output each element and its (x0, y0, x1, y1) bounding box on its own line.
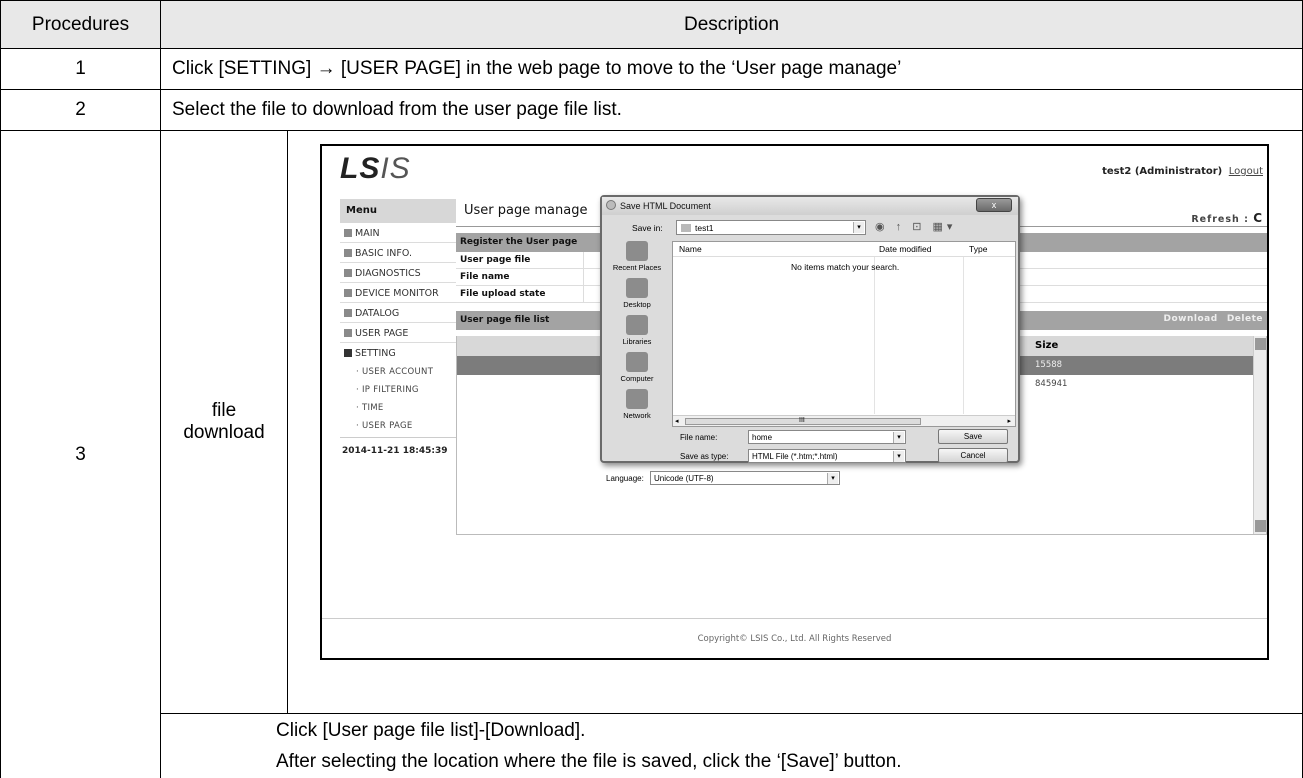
save-as-type-select[interactable]: HTML File (*.htm;*.html) ▾ (748, 449, 906, 463)
close-button[interactable]: x (976, 198, 1012, 212)
browser-icon (606, 200, 616, 210)
file-list-columns: Name Date modified Type (673, 242, 1015, 257)
logout-link[interactable]: Logout (1229, 166, 1263, 177)
libraries-icon (626, 315, 648, 335)
screenshot-cell: LSIS test2 (Administrator) Logout Menu M… (287, 130, 1303, 714)
column-divider (874, 257, 875, 414)
file-name-input[interactable]: home ▾ (748, 430, 906, 444)
menu-item-main[interactable]: MAIN (340, 223, 456, 243)
save-as-type-label: Save as type: (680, 452, 729, 461)
place-network[interactable]: Network (606, 389, 668, 426)
header-description: Description (160, 0, 1303, 49)
language-label: Language: (606, 474, 644, 483)
cancel-button[interactable]: Cancel (938, 448, 1008, 463)
menu-item-user-page[interactable]: USER PAGE (340, 323, 456, 343)
procedure-table: Procedures Description 1 Click [SETTING]… (0, 0, 1303, 778)
place-recent[interactable]: Recent Places (606, 241, 668, 278)
file-size: 845941 (1035, 379, 1068, 389)
dialog-body: Save in: test1 ▾ ◉ ↑ ⊡ ▦▾ Recent Places … (602, 215, 1018, 485)
step-note: Click [User page file list]-[Download]. … (160, 713, 1303, 778)
language-select[interactable]: Unicode (UTF-8) ▾ (650, 471, 840, 485)
save-in-select[interactable]: test1 ▾ (676, 220, 866, 235)
step-description: Select the file to download from the use… (160, 89, 1303, 131)
expand-icon (344, 309, 352, 317)
refresh-button[interactable]: Refresh : C (1191, 211, 1263, 225)
clock: 2014-11-21 18:45:39 (340, 437, 456, 456)
column-divider (963, 257, 964, 414)
header-procedures: Procedures (0, 0, 161, 49)
user-info: test2 (Administrator) Logout (1102, 166, 1263, 177)
place-desktop[interactable]: Desktop (606, 278, 668, 315)
recent-places-icon (626, 241, 648, 261)
place-libraries[interactable]: Libraries (606, 315, 668, 352)
expand-icon (344, 329, 352, 337)
horizontal-scrollbar[interactable]: ◂ III ▸ (673, 415, 1015, 426)
folder-icon (681, 224, 691, 232)
step-note-line: After selecting the location where the f… (276, 751, 902, 772)
expand-icon (344, 249, 352, 257)
expand-icon (344, 289, 352, 297)
file-name-label: File name: (680, 433, 718, 442)
chevron-down-icon[interactable]: ▾ (853, 222, 864, 233)
submenu-time[interactable]: · TIME (340, 399, 456, 417)
footer-copyright: Copyright© LSIS Co., Ltd. All Rights Res… (322, 618, 1267, 658)
desktop-icon (626, 278, 648, 298)
step-number: 3 (0, 130, 161, 778)
scroll-right-icon[interactable]: ▸ (1007, 417, 1011, 425)
col-date-modified[interactable]: Date modified (879, 244, 931, 254)
dialog-toolbar-icons[interactable]: ◉ ↑ ⊡ ▦▾ (875, 220, 956, 233)
menu-item-device-monitor[interactable]: DEVICE MONITOR (340, 283, 456, 303)
empty-message: No items match your search. (791, 262, 900, 272)
menu-title: Menu (340, 199, 456, 223)
step-label-line: download (183, 422, 265, 443)
step-number: 2 (0, 89, 161, 131)
file-size: 15588 (1035, 360, 1063, 370)
menu-item-basic-info[interactable]: BASIC INFO. (340, 243, 456, 263)
refresh-icon: C (1253, 211, 1263, 225)
grip-icon: III (799, 417, 805, 424)
save-dialog: Save HTML Document x Save in: test1 ▾ ◉ … (600, 195, 1020, 485)
delete-button[interactable]: Delete (1227, 314, 1263, 324)
menu-item-setting[interactable]: SETTING (340, 343, 456, 363)
place-computer[interactable]: Computer (606, 352, 668, 389)
col-type[interactable]: Type (969, 244, 987, 254)
computer-icon (626, 352, 648, 372)
scroll-up[interactable] (1255, 338, 1266, 350)
menu-item-datalog[interactable]: DATALOG (340, 303, 456, 323)
submenu-ip-filtering[interactable]: · IP FILTERING (340, 381, 456, 399)
step-label-line: file (211, 400, 237, 421)
expand-icon (344, 229, 352, 237)
col-name[interactable]: Name (679, 244, 702, 254)
step-number: 1 (0, 48, 161, 90)
step-label: file download (160, 130, 288, 714)
expand-icon (344, 269, 352, 277)
dialog-title-bar: Save HTML Document x (602, 197, 1018, 215)
step-description: Click [SETTING] → [USER PAGE] in the web… (160, 48, 1303, 90)
network-icon (626, 389, 648, 409)
web-ui-screenshot: LSIS test2 (Administrator) Logout Menu M… (320, 144, 1269, 660)
collapse-icon (344, 349, 352, 357)
save-in-label: Save in: (632, 223, 663, 233)
file-browser-list[interactable]: Name Date modified Type No items match y… (672, 241, 1016, 427)
places-bar: Recent Places Desktop Libraries Computer… (606, 241, 668, 427)
user-name: test2 (Administrator) (1102, 166, 1223, 177)
step-note-line: Click [User page file list]-[Download]. (276, 720, 586, 741)
save-button[interactable]: Save (938, 429, 1008, 444)
lsis-logo: LSIS (340, 152, 411, 185)
download-button[interactable]: Download (1164, 314, 1218, 324)
chevron-down-icon[interactable]: ▾ (893, 432, 904, 443)
vertical-scrollbar[interactable] (1253, 336, 1266, 534)
submenu-user-page[interactable]: · USER PAGE (340, 417, 456, 435)
chevron-down-icon[interactable]: ▾ (827, 473, 838, 484)
menu-item-diagnostics[interactable]: DIAGNOSTICS (340, 263, 456, 283)
side-menu: Menu MAIN BASIC INFO. DIAGNOSTICS DEVICE… (340, 199, 456, 456)
chevron-down-icon[interactable]: ▾ (893, 451, 904, 462)
submenu-user-account[interactable]: · USER ACCOUNT (340, 363, 456, 381)
scroll-left-icon[interactable]: ◂ (675, 417, 679, 425)
size-column-header: Size (1035, 340, 1059, 351)
scroll-down[interactable] (1255, 520, 1266, 532)
